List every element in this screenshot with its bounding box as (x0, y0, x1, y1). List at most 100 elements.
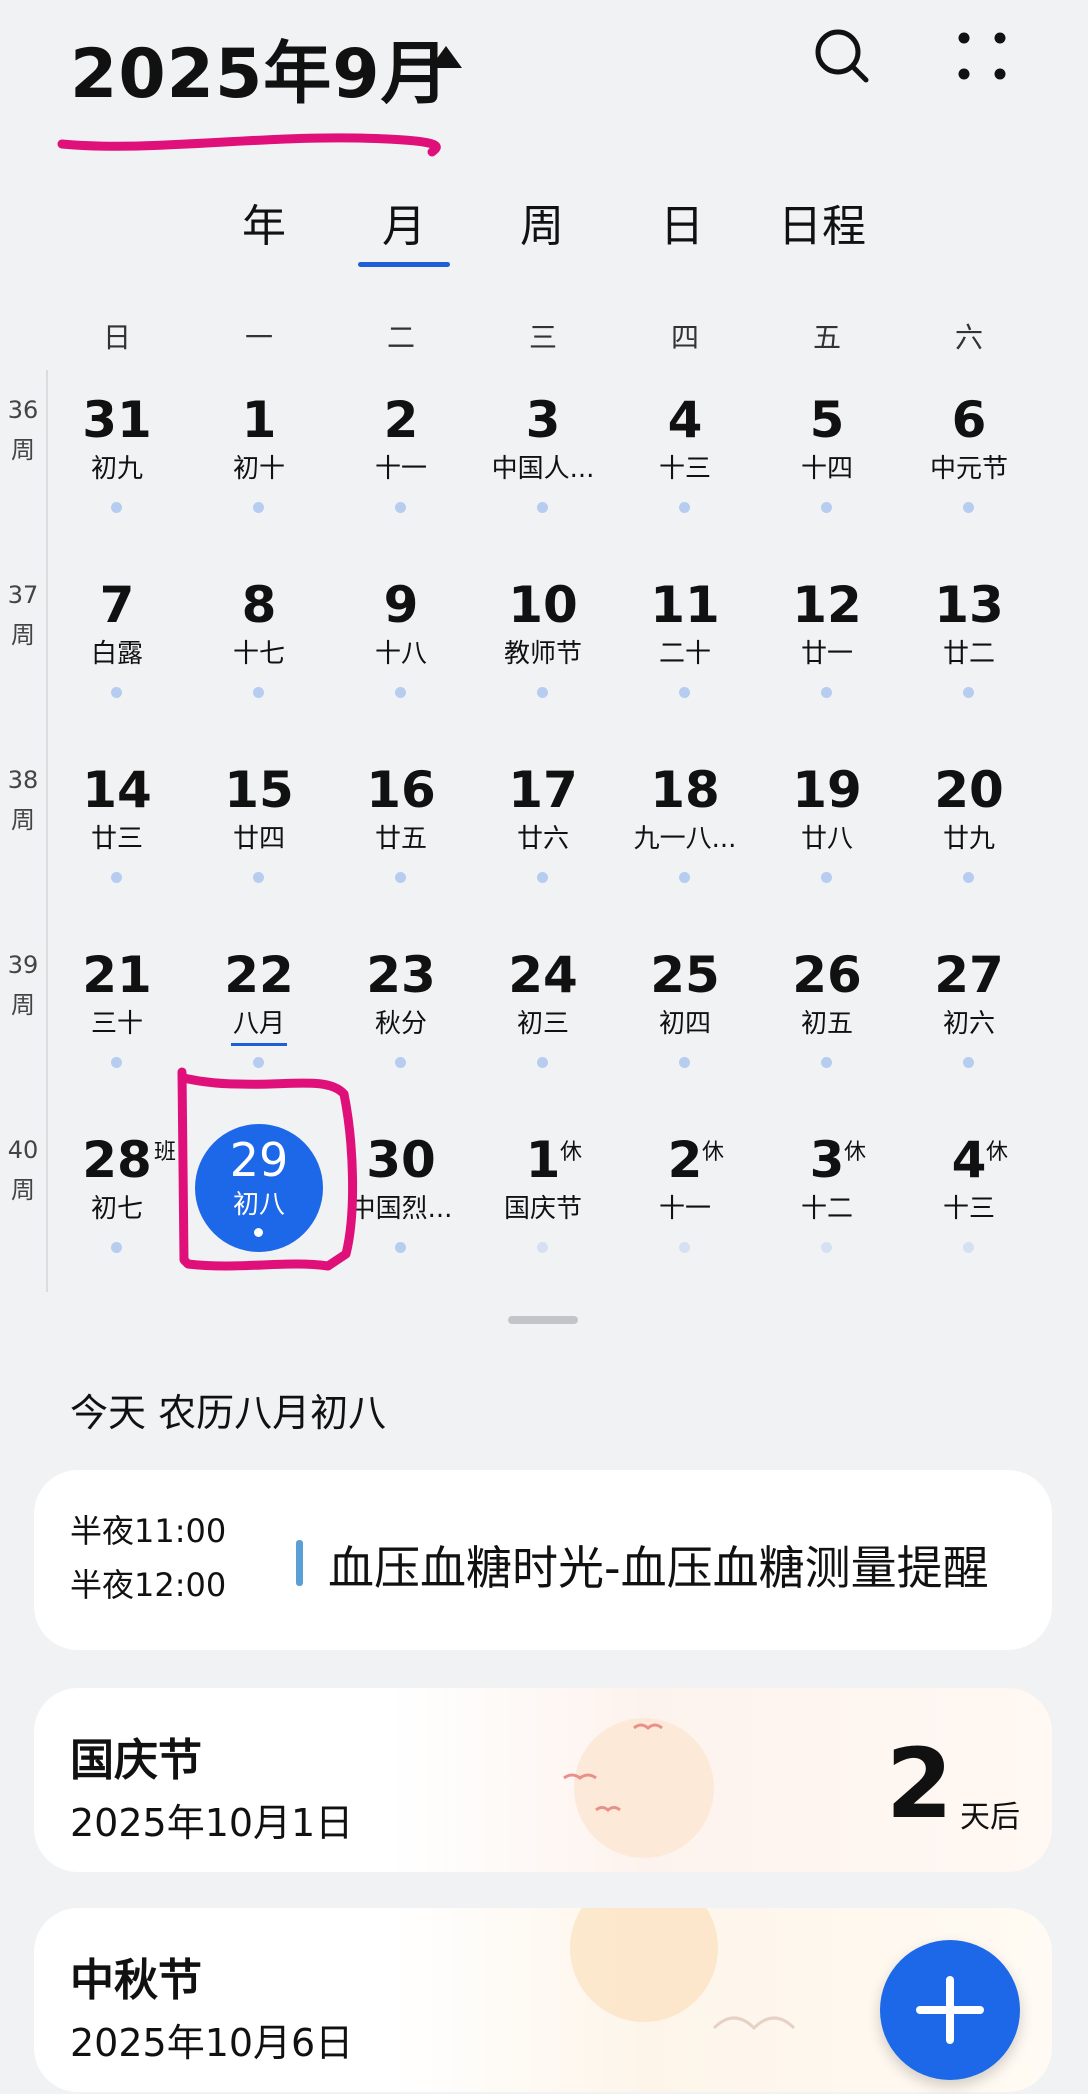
event-dot (679, 1242, 690, 1253)
day-cell[interactable]: 27 初六 (898, 945, 1040, 1095)
week-number: 40 周 (0, 1130, 46, 1210)
lunar-label: 初七 (90, 1194, 143, 1224)
day-number: 10 (508, 576, 578, 634)
day-cell[interactable]: 13 廿二 (898, 575, 1040, 725)
day-cell[interactable]: 3 中国人... (472, 390, 614, 540)
week-number-value: 37 (7, 581, 39, 609)
more-grid-icon[interactable] (954, 28, 1010, 84)
day-tag-badge: 休 (844, 1140, 867, 1165)
day-number: 12 (792, 576, 862, 634)
week-number-value: 36 (7, 396, 39, 424)
week-suffix: 周 (11, 1176, 35, 1204)
event-dot (395, 1242, 406, 1253)
view-tabs: 年 月 周 日 日程 (0, 190, 1088, 270)
lunar-label: 中元节 (929, 454, 1008, 484)
event-card[interactable]: 半夜11:00 半夜12:00 血压血糖时光-血压血糖测量提醒 (34, 1470, 1052, 1650)
lunar-label: 十四 (800, 454, 853, 484)
drag-handle[interactable] (508, 1316, 578, 1324)
day-cell[interactable]: 12 廿一 (756, 575, 898, 725)
day-cell[interactable]: 17 廿六 (472, 760, 614, 910)
event-end-time: 半夜12:00 (70, 1566, 227, 1604)
day-number: 16 (366, 761, 436, 819)
lunar-label: 廿八 (800, 824, 853, 854)
day-number: 26 (792, 946, 862, 1004)
event-dot (111, 1242, 122, 1253)
weekday-label: 一 (244, 321, 273, 354)
day-number: 20 (934, 761, 1004, 819)
header: 2025年9月 (0, 0, 1088, 140)
weekday-label: 五 (812, 321, 841, 354)
week-number: 39 周 (0, 945, 46, 1025)
day-cell[interactable]: 5 十四 (756, 390, 898, 540)
day-cell[interactable]: 21 三十 (46, 945, 188, 1095)
lunar-label: 初九 (90, 454, 143, 484)
day-number: 18 (650, 761, 720, 819)
day-cell[interactable]: 1 初十 (188, 390, 330, 540)
event-dot (963, 1057, 974, 1068)
lunar-label: 廿六 (516, 824, 569, 854)
event-dot (821, 502, 832, 513)
day-cell[interactable]: 2 十一 (330, 390, 472, 540)
lunar-label: 十八 (374, 639, 427, 669)
day-cell[interactable]: 10 教师节 (472, 575, 614, 725)
event-dot (253, 872, 264, 883)
lunar-label: 初十 (232, 454, 285, 484)
lunar-label: 廿九 (942, 824, 995, 854)
day-cell[interactable]: 31 初九 (46, 390, 188, 540)
event-dot (537, 872, 548, 883)
day-cell[interactable]: 9 十八 (330, 575, 472, 725)
day-cell[interactable]: 3 休十二 (756, 1130, 898, 1280)
lunar-label: 廿二 (942, 639, 995, 669)
lunar-label: 十二 (800, 1194, 853, 1224)
lunar-label: 十七 (232, 639, 285, 669)
day-number: 27 (934, 946, 1004, 1004)
day-cell[interactable]: 16 廿五 (330, 760, 472, 910)
day-cell[interactable]: 11 二十 (614, 575, 756, 725)
active-tab-indicator (358, 262, 450, 267)
day-cell[interactable]: 4 休十三 (898, 1130, 1040, 1280)
day-number: 17 (508, 761, 578, 819)
day-cell[interactable]: 14 廿三 (46, 760, 188, 910)
moon-decoration-icon (570, 1908, 796, 2031)
lunar-label: 初六 (942, 1009, 995, 1039)
day-number: 2 (383, 391, 419, 449)
day-number: 7 (99, 576, 135, 634)
lunar-label: 九一八... (633, 824, 737, 854)
day-cell[interactable]: 6 中元节 (898, 390, 1040, 540)
day-cell[interactable]: 2 休十一 (614, 1130, 756, 1280)
day-number: 15 (224, 761, 294, 819)
tab-day[interactable]: 日 (660, 190, 704, 254)
month-title[interactable]: 2025年9月 (70, 18, 450, 117)
day-cell[interactable]: 1 休国庆节 (472, 1130, 614, 1280)
tab-month[interactable]: 月 (382, 190, 426, 254)
day-cell[interactable]: 4 十三 (614, 390, 756, 540)
day-cell[interactable]: 19 廿八 (756, 760, 898, 910)
holiday-card[interactable]: 国庆节 2025年10月1日 2 天后 (34, 1688, 1052, 1872)
day-number: 1 (241, 391, 277, 449)
day-cell[interactable]: 15 廿四 (188, 760, 330, 910)
tab-agenda[interactable]: 日程 (778, 190, 866, 254)
day-cell[interactable]: 26 初五 (756, 945, 898, 1095)
lunar-label: 初四 (658, 1009, 711, 1039)
holiday-date: 2025年10月1日 (70, 1801, 354, 1845)
day-cell[interactable]: 7 白露 (46, 575, 188, 725)
day-number: 14 (82, 761, 152, 819)
day-cell[interactable]: 18 九一八... (614, 760, 756, 910)
day-cell[interactable]: 8 十七 (188, 575, 330, 725)
day-cell[interactable]: 24 初三 (472, 945, 614, 1095)
lunar-label: 八月 (232, 1009, 285, 1039)
day-cell[interactable]: 25 初四 (614, 945, 756, 1095)
tab-week[interactable]: 周 (520, 190, 564, 254)
day-number: 1 (525, 1131, 561, 1189)
week-number: 37 周 (0, 575, 46, 655)
day-cell[interactable]: 28 班初七 (46, 1130, 188, 1280)
tab-year[interactable]: 年 (242, 190, 286, 254)
day-cell[interactable]: 20 廿九 (898, 760, 1040, 910)
lunar-label: 国庆节 (503, 1194, 582, 1224)
caret-up-icon[interactable] (430, 46, 462, 68)
week-number-value: 40 (7, 1136, 39, 1164)
search-icon[interactable] (812, 26, 872, 86)
event-color-bar (296, 1540, 303, 1586)
event-dot (395, 1057, 406, 1068)
add-event-button[interactable] (880, 1940, 1020, 2080)
